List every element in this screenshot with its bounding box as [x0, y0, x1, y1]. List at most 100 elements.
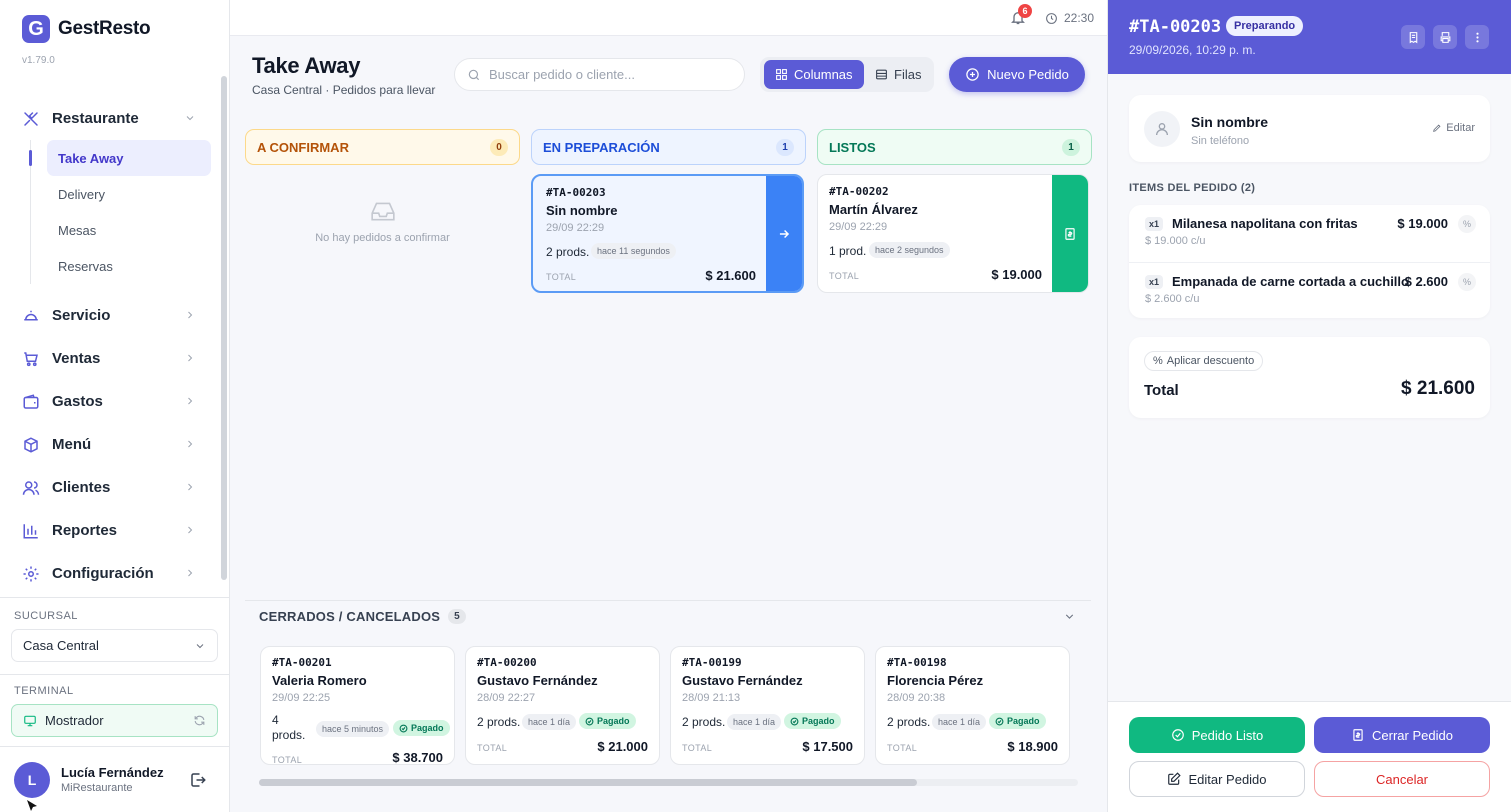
- order-total-label: TOTAL: [829, 271, 860, 281]
- order-ready-button[interactable]: Pedido Listo: [1129, 717, 1305, 753]
- order-id: #TA-00198: [887, 656, 947, 669]
- view-rows-label: Filas: [894, 67, 922, 82]
- search-box[interactable]: [454, 58, 745, 91]
- search-input[interactable]: [489, 67, 729, 82]
- nav-item-menu[interactable]: Menú: [0, 423, 222, 466]
- close-order-button[interactable]: Cerrar Pedido: [1314, 717, 1490, 753]
- order-products: 4 prods.: [272, 713, 306, 742]
- order-card[interactable]: #TA-00203 Sin nombre 29/09 22:29 2 prods…: [531, 174, 804, 293]
- nav-item-gastos[interactable]: Gastos: [0, 380, 222, 423]
- new-order-button[interactable]: Nuevo Pedido: [949, 57, 1085, 92]
- more-options-button[interactable]: [1465, 25, 1489, 49]
- closed-order-card[interactable]: #TA-00201 Valeria Romero 29/09 22:25 4 p…: [260, 646, 455, 765]
- charge-order-button[interactable]: [1052, 175, 1088, 292]
- nav-item-label: Configuración: [52, 565, 154, 582]
- bar-chart-icon: [23, 523, 38, 538]
- order-total: $ 18.900: [1007, 739, 1058, 754]
- order-customer: Valeria Romero: [272, 673, 367, 688]
- list-item[interactable]: x1 Milanesa napolitana con fritas $ 19.0…: [1129, 205, 1490, 261]
- check-circle-icon: [399, 724, 408, 732]
- paid-label: Pagado: [802, 716, 835, 726]
- order-products: 2 prods.: [682, 715, 726, 729]
- customer-avatar: [1144, 111, 1180, 147]
- item-price: $ 2.600: [1404, 274, 1448, 289]
- subnav-item-reservas[interactable]: Reservas: [47, 248, 211, 284]
- paid-badge: Pagado: [579, 713, 636, 729]
- advance-order-button[interactable]: [766, 176, 802, 291]
- nav-item-ventas[interactable]: Ventas: [0, 337, 222, 380]
- order-date: 28/09 20:38: [887, 692, 946, 704]
- users-icon: [22, 480, 40, 495]
- total-label: Total: [1144, 382, 1179, 399]
- grid-icon: [776, 69, 787, 80]
- chevron-down-icon[interactable]: [1063, 610, 1076, 623]
- subnav-item-mesas[interactable]: Mesas: [47, 212, 211, 248]
- order-elapsed-badge: hace 1 día: [522, 714, 577, 730]
- closed-order-card[interactable]: #TA-00199 Gustavo Fernández 28/09 21:13 …: [670, 646, 865, 765]
- logout-icon[interactable]: [189, 771, 207, 789]
- nav-item-label: Reportes: [52, 522, 118, 539]
- nav-item-reportes[interactable]: Reportes: [0, 509, 222, 552]
- order-customer: Martín Álvarez: [829, 202, 918, 217]
- horizontal-scrollbar-thumb[interactable]: [259, 779, 917, 786]
- order-date: 28/09 22:27: [477, 692, 536, 704]
- edit-icon: [1168, 772, 1182, 785]
- divider: [0, 746, 230, 747]
- page-title: Take Away: [252, 53, 361, 78]
- sucursal-label: SUCURSAL: [14, 610, 78, 622]
- order-id: #TA-00200: [477, 656, 537, 669]
- refresh-icon[interactable]: [193, 714, 206, 727]
- utensils-icon: [24, 111, 38, 126]
- nav-item-label: Ventas: [52, 350, 101, 367]
- edit-customer-button[interactable]: Editar: [1432, 122, 1475, 134]
- terminal-select[interactable]: Mostrador: [11, 704, 218, 737]
- user-icon: [1156, 123, 1168, 136]
- subnav-item-delivery[interactable]: Delivery: [47, 176, 211, 212]
- nav-item-label: Servicio: [52, 307, 111, 324]
- notification-badge: 6: [1018, 4, 1032, 18]
- order-total-label: TOTAL: [477, 743, 508, 753]
- order-elapsed-badge: hace 5 minutos: [316, 721, 390, 737]
- list-item[interactable]: x1 Empanada de carne cortada a cuchillo …: [1129, 262, 1490, 318]
- nav-item-servicio[interactable]: Servicio: [0, 294, 222, 337]
- clock-icon: [1046, 12, 1057, 24]
- active-indicator: [29, 150, 32, 166]
- print-button[interactable]: [1433, 25, 1457, 49]
- view-columns-button[interactable]: Columnas: [764, 60, 864, 89]
- avatar[interactable]: L: [14, 762, 50, 798]
- nav-item-restaurante[interactable]: Restaurante: [0, 97, 222, 140]
- arrow-right-icon: [779, 229, 790, 238]
- closed-order-card[interactable]: #TA-00200 Gustavo Fernández 28/09 22:27 …: [465, 646, 660, 765]
- terminal-label: TERMINAL: [14, 685, 74, 697]
- item-unit-price: $ 2.600 c/u: [1145, 293, 1200, 305]
- nav-item-configuracion[interactable]: Configuración: [0, 552, 222, 595]
- more-vertical-icon: [1475, 32, 1479, 42]
- paid-badge: Pagado: [393, 720, 450, 736]
- order-card[interactable]: #TA-00202 Martín Álvarez 29/09 22:29 1 p…: [817, 174, 1089, 293]
- order-elapsed-badge: hace 11 segundos: [591, 243, 676, 259]
- new-order-label: Nuevo Pedido: [987, 67, 1069, 82]
- sucursal-select[interactable]: Casa Central: [11, 629, 218, 662]
- edit-order-button[interactable]: Editar Pedido: [1129, 761, 1305, 797]
- order-id: #TA-00202: [829, 185, 889, 198]
- view-rows-button[interactable]: Filas: [864, 60, 932, 89]
- order-products: 2 prods.: [477, 715, 521, 729]
- percent-icon: %: [1153, 355, 1163, 367]
- sidebar: G GestResto v1.79.0 Restaurante Take Awa…: [0, 0, 230, 812]
- percent-icon[interactable]: %: [1458, 273, 1476, 291]
- brand[interactable]: G GestResto: [22, 15, 151, 43]
- closed-section-header[interactable]: CERRADOS / CANCELADOS 5: [259, 609, 466, 624]
- percent-icon[interactable]: %: [1458, 215, 1476, 233]
- item-name: Empanada de carne cortada a cuchillo: [1172, 274, 1409, 289]
- item-name: Milanesa napolitana con fritas: [1172, 216, 1358, 231]
- chevron-right-icon: [188, 354, 193, 362]
- items-list: x1 Milanesa napolitana con fritas $ 19.0…: [1129, 205, 1490, 318]
- subnav-item-take-away[interactable]: Take Away: [47, 140, 211, 176]
- apply-discount-button[interactable]: % Aplicar descuento: [1144, 351, 1264, 371]
- closed-order-card[interactable]: #TA-00198 Florencia Pérez 28/09 20:38 2 …: [875, 646, 1070, 765]
- chevron-right-icon: [188, 440, 193, 448]
- order-total-label: TOTAL: [272, 755, 303, 765]
- cancel-order-button[interactable]: Cancelar: [1314, 761, 1490, 797]
- nav-item-clientes[interactable]: Clientes: [0, 466, 222, 509]
- ticket-button[interactable]: [1401, 25, 1425, 49]
